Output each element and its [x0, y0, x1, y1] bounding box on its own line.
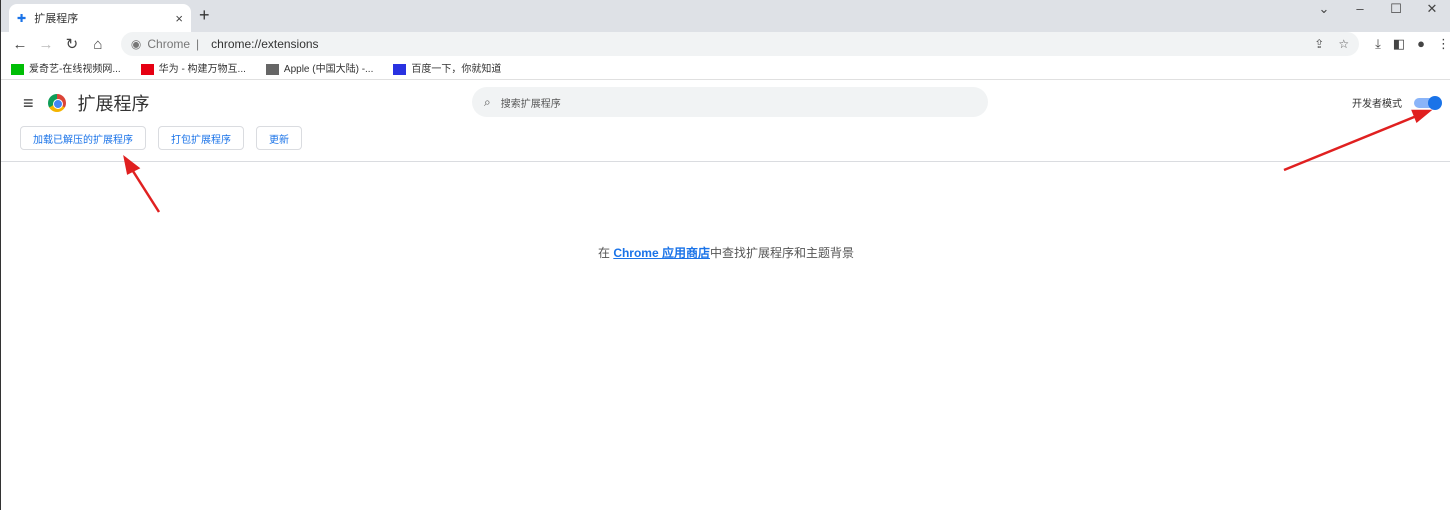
annotation-arrowhead: [123, 154, 141, 175]
annotation-arrowhead: [1411, 109, 1433, 124]
annotation-arrows: [123, 109, 1433, 213]
annotation-arrow: [129, 167, 161, 213]
annotation-arrow: [1283, 113, 1420, 172]
